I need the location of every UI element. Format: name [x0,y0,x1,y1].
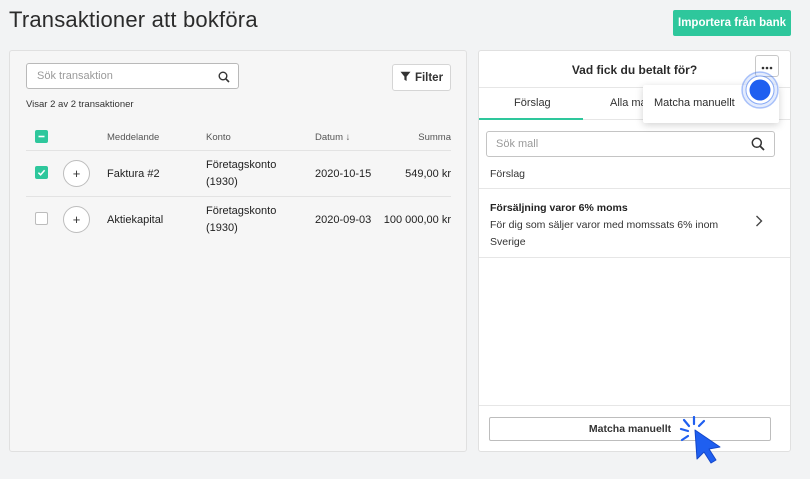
table-row[interactable]: + Aktiekapital Företagskonto (1930) 2020… [26,196,451,242]
table-header: Meddelande Konto Datum ↓ Summa [26,127,451,149]
plus-icon: + [72,212,81,227]
row-message: Faktura #2 [107,168,160,180]
import-from-bank-button[interactable]: Importera från bank [673,10,791,36]
filter-label: Filter [414,71,444,84]
row-account-number: (1930) [206,176,238,188]
filter-icon [400,71,411,85]
tab-all-templates[interactable]: Alla ma [610,97,647,109]
row-account-number: (1930) [206,222,238,234]
suggestion-item[interactable]: Försäljning varor 6% moms För dig som sä… [479,188,790,258]
template-search-input[interactable] [487,132,737,156]
column-date[interactable]: Datum ↓ [315,132,350,143]
column-message: Meddelande [107,132,160,143]
row-date: 2020-10-15 [315,168,372,180]
column-account: Konto [206,132,231,143]
row-amount: 549,00 kr [405,168,451,180]
transaction-search-input[interactable] [27,64,207,88]
plus-icon: + [72,166,81,181]
row-account-name: Företagskonto [206,205,277,217]
transactions-panel: Filter Visar 2 av 2 transaktioner Meddel… [9,50,467,452]
pointer-cursor-icon [676,415,726,466]
row-checkbox[interactable] [35,166,48,179]
menu-item-match-manually[interactable]: Matcha manuellt [654,97,735,109]
transaction-search[interactable] [26,63,239,89]
add-button[interactable]: + [63,160,90,187]
suggestions-label: Förslag [490,168,526,180]
search-icon [218,70,230,88]
table-row[interactable]: + Faktura #2 Företagskonto (1930) 2020-1… [26,150,451,196]
row-account: Företagskonto (1930) [206,157,276,191]
tab-suggestions[interactable]: Förslag [514,97,551,109]
chevron-right-icon [755,214,763,232]
suggestion-title: Försäljning varor 6% moms [490,202,628,214]
click-indicator-icon [740,70,780,110]
row-account-name: Företagskonto [206,159,277,171]
filter-button[interactable]: Filter [392,64,451,91]
page-title: Transaktioner att bokföra [9,7,258,32]
row-message: Aktiekapital [107,214,164,226]
add-button[interactable]: + [63,206,90,233]
active-tab-indicator [479,118,583,120]
row-account: Företagskonto (1930) [206,203,276,237]
suggestion-description: För dig som säljer varor med momssats 6%… [490,219,719,248]
row-checkbox[interactable] [35,212,48,225]
select-all-checkbox[interactable] [35,130,48,143]
search-icon [751,137,765,156]
row-date: 2020-09-03 [315,214,372,226]
template-search[interactable] [486,131,775,157]
column-amount: Summa [418,132,451,143]
result-count: Visar 2 av 2 transaktioner [26,99,134,110]
divider [479,405,790,406]
row-amount: 100 000,00 kr [383,214,451,226]
match-manually-button[interactable]: Matcha manuellt [489,417,771,441]
